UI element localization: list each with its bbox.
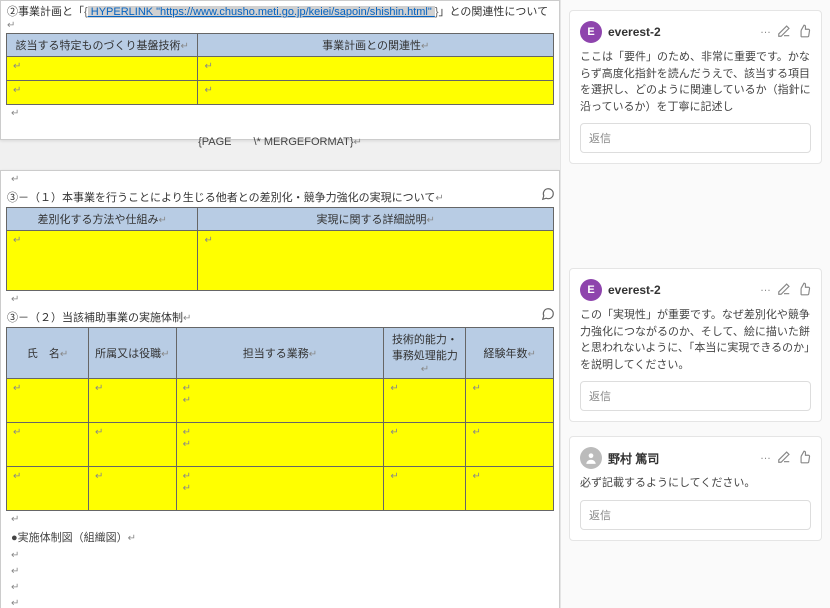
section-3-2-title: ③－（２）当該補助事業の実施体制↵ xyxy=(1,307,559,327)
comment-marker-icon[interactable] xyxy=(541,307,555,321)
table-cell[interactable]: ↵ xyxy=(198,231,554,291)
avatar: E xyxy=(580,279,602,301)
th-position: 所属又は役職↵ xyxy=(89,328,177,379)
avatar: E xyxy=(580,21,602,43)
table-section-2: 該当する特定ものづくり基盤技術↵ 事業計画との関連性↵ ↵↵ ↵↵ xyxy=(6,33,554,105)
table-cell[interactable]: ↵ xyxy=(7,81,198,105)
reply-input[interactable]: 返信 xyxy=(580,381,811,411)
comment-card[interactable]: E everest-2 … ここは「要件」のため、非常に重要です。かならず高度化… xyxy=(569,10,822,164)
edit-icon[interactable] xyxy=(777,282,791,299)
table-cell[interactable]: ↵ xyxy=(466,423,554,467)
table-cell[interactable]: ↵ xyxy=(384,467,466,511)
title-suffix: 」との関連性について xyxy=(439,6,549,18)
org-chart-label: ●実施体制図（組織図）↵ xyxy=(1,527,559,547)
page-2: ↵ ③－（１）本事業を行うことにより生じる他者との差別化・競争力強化の実現につい… xyxy=(0,170,560,608)
table-cell[interactable]: ↵ xyxy=(7,423,89,467)
section-3-1-title: ③－（１）本事業を行うことにより生じる他者との差別化・競争力強化の実現について↵ xyxy=(1,187,559,207)
page-1: ②事業計画と「{ HYPERLINK "https://www.chusho.m… xyxy=(0,0,560,140)
th-task: 担当する業務↵ xyxy=(176,328,384,379)
table-cell[interactable]: ↵ xyxy=(89,467,177,511)
comment-author: 野村 篤司 xyxy=(608,450,754,467)
document-area: ②事業計画と「{ HYPERLINK "https://www.chusho.m… xyxy=(0,0,560,608)
avatar xyxy=(580,447,602,469)
comment-marker-icon[interactable] xyxy=(541,187,555,201)
th-relation: 事業計画との関連性↵ xyxy=(198,34,554,57)
table-cell[interactable]: ↵ xyxy=(89,379,177,423)
like-icon[interactable] xyxy=(797,24,811,41)
reply-input[interactable]: 返信 xyxy=(580,500,811,530)
section-2-title: ②事業計画と「{ HYPERLINK "https://www.chusho.m… xyxy=(1,1,559,33)
title-prefix: ②事業計画と「 xyxy=(7,6,84,18)
th-name: 氏 名↵ xyxy=(7,328,89,379)
table-cell[interactable]: ↵ xyxy=(384,423,466,467)
th-ability: 技術的能力・事務処理能力↵ xyxy=(384,328,466,379)
like-icon[interactable] xyxy=(797,450,811,467)
table-cell[interactable]: ↵↵ xyxy=(176,423,384,467)
comment-author: everest-2 xyxy=(608,25,754,39)
th-detail: 実現に関する詳細説明↵ xyxy=(198,208,554,231)
table-cell[interactable]: ↵ xyxy=(384,379,466,423)
more-icon[interactable]: … xyxy=(760,450,771,467)
th-tech: 該当する特定ものづくり基盤技術↵ xyxy=(7,34,198,57)
table-cell[interactable]: ↵↵ xyxy=(176,379,384,423)
page-number-field: {PAGE \* MERGEFORMAT}↵ xyxy=(1,133,559,149)
table-cell[interactable]: ↵ xyxy=(7,467,89,511)
table-cell[interactable]: ↵ xyxy=(89,423,177,467)
th-years: 経験年数↵ xyxy=(466,328,554,379)
paragraph-mark: ↵ xyxy=(1,105,559,121)
comment-text: ここは「要件」のため、非常に重要です。かならず高度化指針を読んだうえで、該当する… xyxy=(580,49,811,115)
table-cell[interactable]: ↵ xyxy=(7,231,198,291)
more-icon[interactable]: … xyxy=(760,24,771,41)
comment-card[interactable]: 野村 篤司 … 必ず記載するようにしてください。 返信 xyxy=(569,436,822,541)
th-method: 差別化する方法や仕組み↵ xyxy=(7,208,198,231)
reply-input[interactable]: 返信 xyxy=(580,123,811,153)
like-icon[interactable] xyxy=(797,282,811,299)
table-cell[interactable]: ↵ xyxy=(7,379,89,423)
table-section-3-1: 差別化する方法や仕組み↵ 実現に関する詳細説明↵ ↵↵ xyxy=(6,207,554,291)
comment-text: この「実現性」が重要です。なぜ差別化や競争力強化につながるのか、そして、絵に描い… xyxy=(580,307,811,373)
hyperlink[interactable]: HYPERLINK "https://www.chusho.meti.go.jp… xyxy=(88,6,435,18)
table-cell[interactable]: ↵↵ xyxy=(176,467,384,511)
table-cell[interactable]: ↵ xyxy=(466,379,554,423)
table-cell[interactable]: ↵ xyxy=(198,81,554,105)
table-cell[interactable]: ↵ xyxy=(7,57,198,81)
table-cell[interactable]: ↵ xyxy=(198,57,554,81)
edit-icon[interactable] xyxy=(777,450,791,467)
edit-icon[interactable] xyxy=(777,24,791,41)
table-cell[interactable]: ↵ xyxy=(466,467,554,511)
more-icon[interactable]: … xyxy=(760,282,771,299)
comment-text: 必ず記載するようにしてください。 xyxy=(580,475,811,492)
comment-card[interactable]: E everest-2 … この「実現性」が重要です。なぜ差別化や競争力強化につ… xyxy=(569,268,822,422)
table-section-3-2: 氏 名↵ 所属又は役職↵ 担当する業務↵ 技術的能力・事務処理能力↵ 経験年数↵… xyxy=(6,327,554,511)
comments-panel: E everest-2 … ここは「要件」のため、非常に重要です。かならず高度化… xyxy=(560,0,830,608)
comment-author: everest-2 xyxy=(608,283,754,297)
